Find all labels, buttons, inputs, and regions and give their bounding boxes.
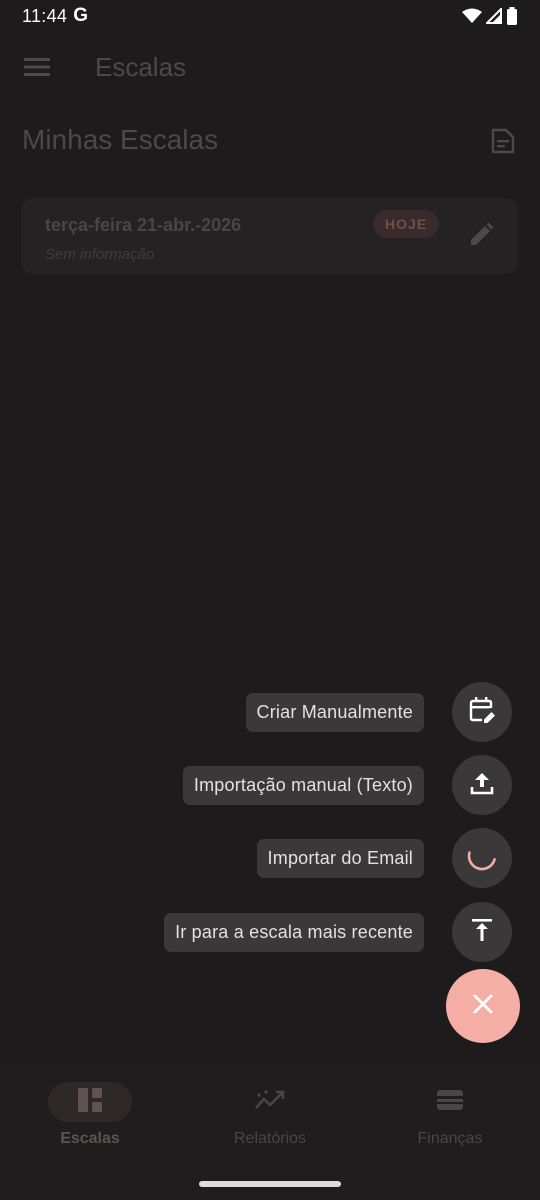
signal-icon xyxy=(486,8,502,24)
app-title: Escalas xyxy=(95,52,187,82)
home-indicator[interactable] xyxy=(199,1181,341,1187)
upload-icon xyxy=(469,770,495,801)
schedule-info: Sem informação xyxy=(45,246,155,263)
nav-label-relatorios: Relatórios xyxy=(233,1130,307,1147)
close-icon xyxy=(472,993,494,1020)
battery-icon xyxy=(506,7,518,25)
loading-spinner-icon xyxy=(465,839,499,878)
fab-row-latest-schedule: Ir para a escala mais recente xyxy=(164,902,512,962)
google-g-logo: G xyxy=(73,5,88,26)
manual-import-button[interactable] xyxy=(452,755,512,815)
latest-schedule-button[interactable] xyxy=(452,902,512,962)
menu-icon xyxy=(24,57,50,82)
dashboard-icon xyxy=(77,1087,103,1118)
document-icon xyxy=(491,128,515,159)
wifi-icon xyxy=(462,8,482,24)
today-badge: HOJE xyxy=(373,210,440,238)
fab-row-create-manually: Criar Manualmente xyxy=(245,682,512,742)
menu-button[interactable] xyxy=(20,52,54,86)
section-header: Minhas Escalas xyxy=(22,122,518,162)
app-bar: Escalas xyxy=(0,40,540,96)
import-email-label[interactable]: Importar do Email xyxy=(256,838,424,878)
edit-button[interactable] xyxy=(466,222,496,252)
nav-label-escalas: Escalas xyxy=(60,1130,120,1147)
status-time: 11:44 xyxy=(22,5,68,26)
trending-icon xyxy=(254,1088,286,1117)
calendar-edit-icon xyxy=(468,696,496,729)
pencil-icon xyxy=(468,222,494,253)
section-title: Minhas Escalas xyxy=(22,124,219,155)
wallet-icon xyxy=(436,1088,464,1117)
manual-import-label[interactable]: Importação manual (Texto) xyxy=(182,765,424,805)
screen: 11:44 G Escalas Minhas Escalas terça-fei… xyxy=(0,0,540,1200)
bottom-navigation: Escalas Relatórios Finanças xyxy=(0,1064,540,1200)
import-email-button[interactable] xyxy=(452,828,512,888)
create-manually-label[interactable]: Criar Manualmente xyxy=(245,692,424,732)
nav-item-relatorios[interactable]: Relatórios xyxy=(180,1082,360,1148)
nav-label-financas: Finanças xyxy=(417,1130,483,1147)
document-button[interactable] xyxy=(488,128,518,158)
fab-row-manual-import: Importação manual (Texto) xyxy=(182,755,512,815)
fab-row-import-email: Importar do Email xyxy=(256,828,512,888)
schedule-date: terça-feira 21-abr.-2026 xyxy=(45,215,242,235)
nav-item-financas[interactable]: Finanças xyxy=(360,1082,540,1148)
nav-item-escalas[interactable]: Escalas xyxy=(0,1082,180,1148)
latest-schedule-label[interactable]: Ir para a escala mais recente xyxy=(164,912,424,952)
close-fab-button[interactable] xyxy=(446,969,520,1043)
schedule-card[interactable]: terça-feira 21-abr.-2026 Sem informação … xyxy=(21,198,518,274)
scroll-to-top-icon xyxy=(470,917,494,948)
create-manually-button[interactable] xyxy=(452,682,512,742)
status-bar: 11:44 G xyxy=(0,0,540,32)
